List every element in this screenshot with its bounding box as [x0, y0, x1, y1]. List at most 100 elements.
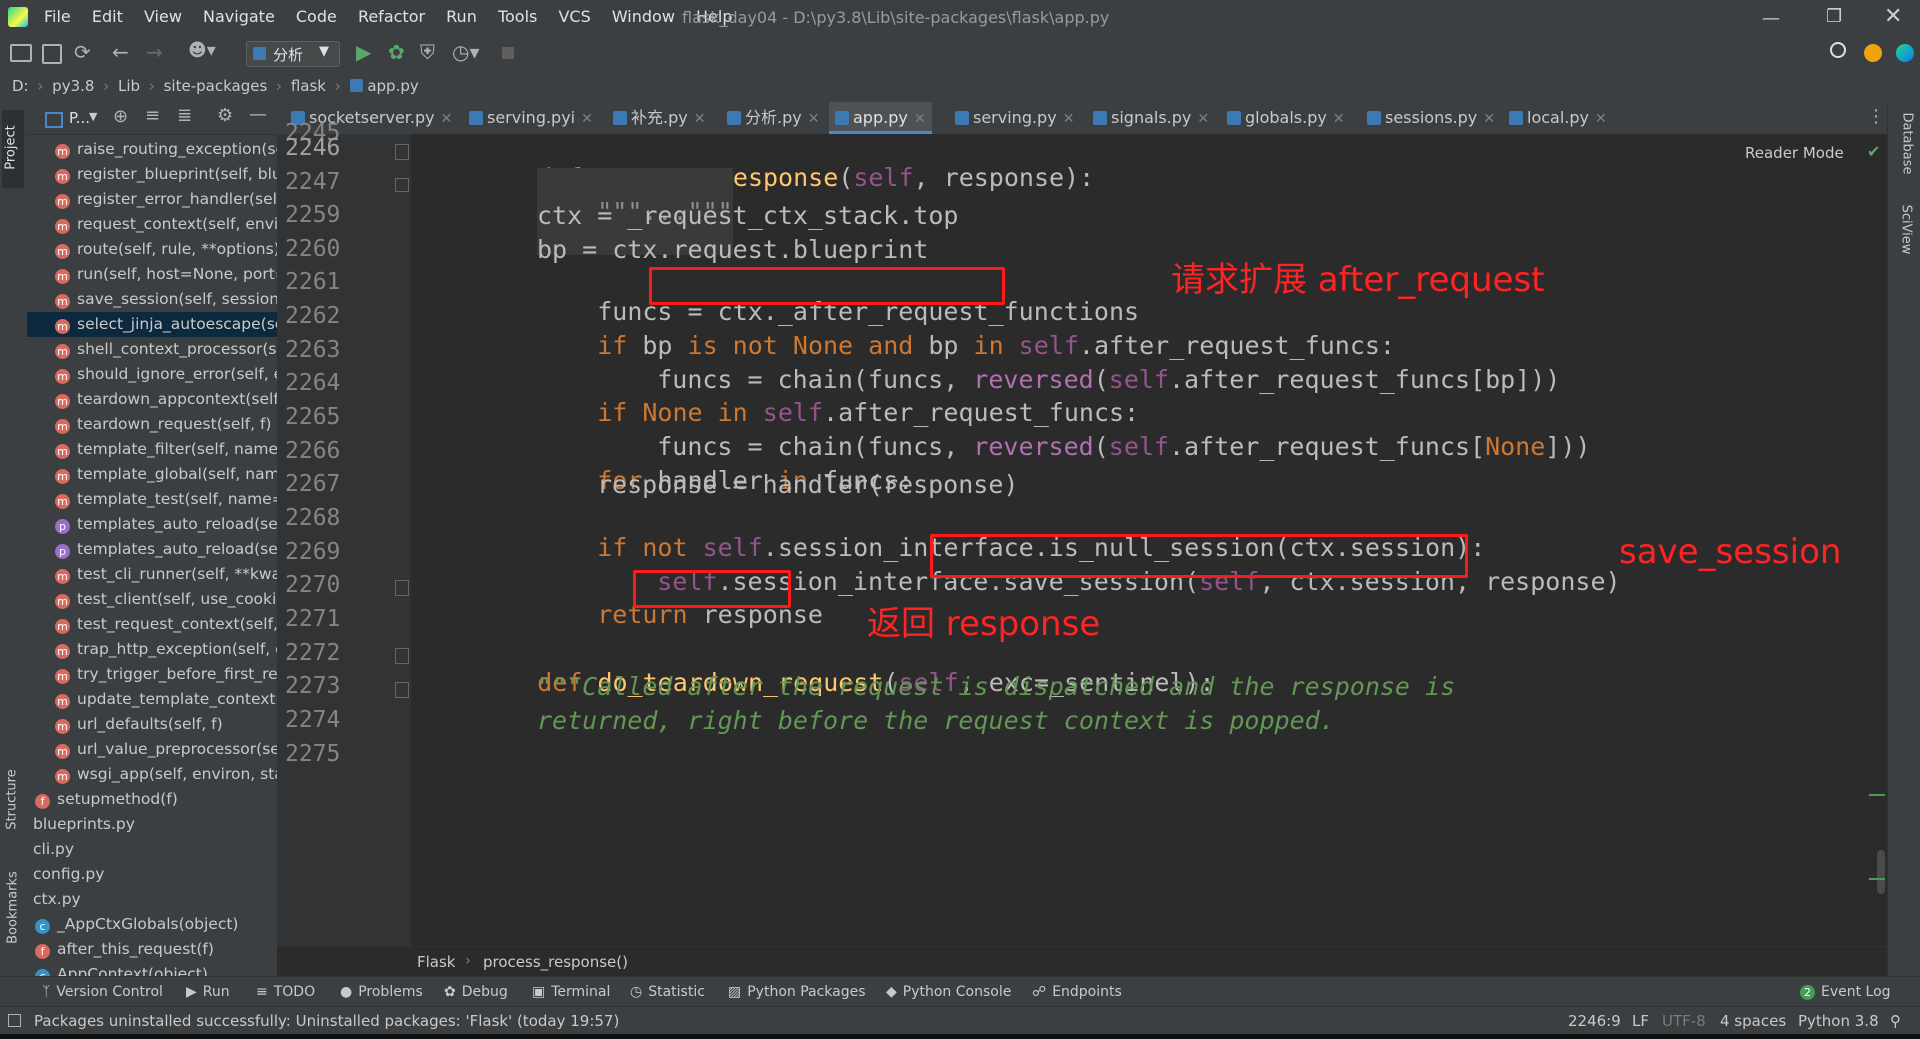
bookmarks-tool-button[interactable]: Bookmarks [2, 862, 24, 962]
tree-item[interactable]: blueprints.py [33, 812, 277, 837]
tree-item[interactable]: c _AppCtxGlobals(object) [35, 912, 277, 937]
tree-item[interactable]: f setupmethod(f) [35, 787, 277, 812]
crumb-drive[interactable]: D: [12, 77, 29, 95]
structure-tool-button[interactable]: Structure [2, 762, 24, 842]
tree-item[interactable]: config.py [33, 862, 277, 887]
database-tool-button[interactable]: Database [1892, 102, 1916, 182]
crumb-py38[interactable]: py3.8 [52, 77, 94, 95]
debug-icon[interactable]: ✿ [388, 40, 405, 64]
tab-sessions[interactable]: sessions.py ✕ [1367, 102, 1495, 134]
python-interpreter[interactable]: Python 3.8 [1798, 1007, 1879, 1035]
tool-problems[interactable]: ● Problems [340, 977, 423, 1007]
run-icon[interactable]: ▶ [356, 40, 371, 64]
file-encoding[interactable]: UTF-8 [1662, 1007, 1706, 1035]
sync-icon[interactable]: ⟳ [74, 40, 91, 64]
expand-all-icon[interactable]: ≡ [145, 105, 160, 126]
status-message[interactable]: Packages uninstalled successfully: Unins… [34, 1007, 619, 1035]
tree-item[interactable]: m template_test(self, name=N [55, 487, 277, 512]
forward-icon[interactable]: → [146, 40, 163, 64]
menu-edit[interactable]: Edit [92, 7, 123, 26]
menu-tools[interactable]: Tools [498, 7, 537, 26]
tree-item[interactable]: cli.py [33, 837, 277, 862]
tab-serving-pyi[interactable]: serving.pyi ✕ [469, 102, 593, 134]
tree-item[interactable]: m request_context(self, enviro [55, 212, 277, 237]
menu-refactor[interactable]: Refactor [358, 7, 425, 26]
tool-statistic[interactable]: ◷ Statistic [630, 977, 705, 1007]
tree-item[interactable]: m trap_http_exception(self, e) [55, 637, 277, 662]
profile-icon[interactable]: ◷▾ [452, 40, 480, 64]
tab-globals[interactable]: globals.py ✕ [1227, 102, 1345, 134]
fold-icon[interactable] [395, 648, 409, 664]
tree-item[interactable]: m register_error_handler(self, [55, 187, 277, 212]
lock-icon[interactable]: ⚲ [1890, 1007, 1901, 1035]
fold-icon[interactable] [395, 580, 409, 596]
tree-item[interactable]: m raise_routing_exception(self [55, 137, 277, 162]
caret-position[interactable]: 2246:9 [1568, 1007, 1621, 1035]
menu-code[interactable]: Code [296, 7, 337, 26]
fold-icon[interactable] [395, 178, 409, 192]
crumb-lib[interactable]: Lib [118, 77, 140, 95]
crumb-flask[interactable]: flask [291, 77, 326, 95]
indent-setting[interactable]: 4 spaces [1720, 1007, 1786, 1035]
tool-endpoints[interactable]: ☍ Endpoints [1032, 977, 1122, 1007]
close-icon[interactable]: ✕ [1595, 111, 1607, 127]
tree-item[interactable]: m register_blueprint(self, blue [55, 162, 277, 187]
tool-python-console[interactable]: ◆ Python Console [886, 977, 1011, 1007]
tool-version-control[interactable]: ᛉ Version Control [42, 977, 163, 1007]
tab-serving-py[interactable]: serving.py ✕ [955, 102, 1074, 134]
fold-icon[interactable] [395, 144, 409, 160]
line-separator[interactable]: LF [1632, 1007, 1649, 1035]
menu-file[interactable]: File [44, 7, 71, 26]
tree-item[interactable]: m update_template_context(s [55, 687, 277, 712]
scrollbar-thumb[interactable] [1877, 850, 1885, 894]
locate-icon[interactable]: ⊕ [113, 106, 128, 127]
user-icon[interactable]: ☻▾ [188, 40, 216, 61]
breadcrumb-class[interactable]: Flask [417, 953, 456, 971]
tree-item-selected[interactable]: m select_jinja_autoescape(self [27, 312, 277, 337]
search-icon[interactable] [1830, 42, 1846, 58]
tree-item[interactable]: m url_defaults(self, f) [55, 712, 277, 737]
sciview-tool-button[interactable]: SciView [1892, 192, 1916, 262]
tree-item[interactable]: m should_ignore_error(self, er [55, 362, 277, 387]
more-tabs-icon[interactable]: ⋮ [1867, 106, 1885, 127]
tab-signals[interactable]: signals.py ✕ [1093, 102, 1209, 134]
open-folder-icon[interactable] [10, 44, 32, 62]
tree-item[interactable]: m test_request_context(self, * [55, 612, 277, 637]
close-icon[interactable]: ✕ [914, 111, 926, 127]
tree-item[interactable]: m route(self, rule, **options) [55, 237, 277, 262]
tree-item[interactable]: m test_client(self, use_cookies [55, 587, 277, 612]
tree-item[interactable]: m teardown_appcontext(self, [55, 387, 277, 412]
close-icon[interactable]: ✕ [1483, 111, 1495, 127]
reader-mode-button[interactable]: Reader Mode [1745, 144, 1844, 162]
chevron-down-icon[interactable]: ▼ [89, 110, 97, 123]
tree-item[interactable]: f after_this_request(f) [35, 937, 277, 962]
code-editor[interactable]: Reader Mode ✔ def process_response(self,… [411, 134, 1887, 946]
menu-vcs[interactable]: VCS [558, 7, 590, 26]
tool-terminal[interactable]: ▣ Terminal [532, 977, 610, 1007]
tool-todo[interactable]: ≡ TODO [256, 977, 315, 1007]
gear-icon[interactable]: ⚙ [217, 105, 233, 126]
tree-item[interactable]: cAppContext(object) [35, 962, 277, 976]
tree-item[interactable]: m test_cli_runner(self, **kwarg [55, 562, 277, 587]
tab-buchong[interactable]: 补充.py ✕ [613, 102, 705, 134]
crumb-site-packages[interactable]: site-packages [164, 77, 268, 95]
tree-item[interactable]: ctx.py [33, 887, 277, 912]
fold-icon[interactable] [395, 682, 409, 698]
close-icon[interactable]: ✕ [1333, 111, 1345, 127]
close-icon[interactable]: ✕ [694, 111, 706, 127]
menu-view[interactable]: View [144, 7, 182, 26]
menu-run[interactable]: Run [446, 7, 477, 26]
tree-item[interactable]: m url_value_preprocessor(self [55, 737, 277, 762]
project-tool-button[interactable]: Project [2, 110, 24, 188]
close-icon[interactable]: ✕ [1884, 4, 1902, 29]
tree-item[interactable]: m shell_context_processor(se [55, 337, 277, 362]
close-icon[interactable]: ✕ [441, 111, 453, 127]
close-icon[interactable]: ✕ [808, 111, 820, 127]
tree-item[interactable]: m teardown_request(self, f) [55, 412, 277, 437]
tool-debug[interactable]: ✿ Debug [444, 977, 508, 1007]
save-icon[interactable] [42, 44, 62, 64]
close-icon[interactable]: ✕ [1197, 111, 1209, 127]
crumb-app-py[interactable]: app.py [367, 77, 418, 95]
status-panel-icon[interactable] [8, 1007, 21, 1035]
close-icon[interactable]: ✕ [1063, 111, 1075, 127]
